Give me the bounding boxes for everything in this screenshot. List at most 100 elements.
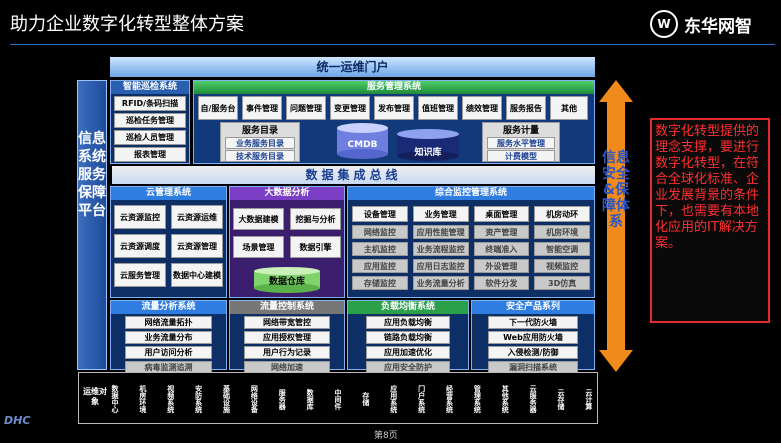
flow-control-title: 流量控制系统 [230,301,344,314]
monitor-subitem: 应用日志监控 [412,259,469,273]
service-metering-box: 服务计量 服务水平管理 计费模型 [482,122,560,162]
monitoring-title: 综合监控管理系统 [348,187,594,200]
left-platform-panel [77,80,107,370]
service-item: 发布管理 [374,96,414,120]
flow-analysis-item: 网络流量拓扑 [125,316,212,329]
flow-analysis-title: 流量分析系统 [111,301,226,314]
lb-item: 应用加速优化 [366,346,450,359]
ops-object-item: 门户系统 [417,385,426,413]
catalog-item: 技术服务目录 [225,150,295,162]
service-catalog-box: 服务目录 业务服务目录 技术服务目录 [220,122,300,162]
ops-object-item: 服务器 [278,388,287,410]
load-balancing-panel: 负载均衡系统 应用负载均衡 链路负载均衡 应用加速优化 应用安全防护 [347,300,469,374]
ops-object-item: 中间件 [334,388,342,410]
monitor-subitem: 应用监控 [352,259,408,273]
title-divider [10,44,775,45]
security-item: 下一代防火墙 [488,316,578,329]
bigdata-item: 场景管理 [233,236,284,258]
flow-control-panel: 流量控制系统 网络带宽管控 应用授权管理 用户行为记录 网络加速 [229,300,345,374]
monitor-subitem: 机房环境 [534,225,590,239]
cloud-management-title: 云管理系统 [111,187,226,200]
cloud-item: 云资源监控 [114,205,166,229]
service-item: 其他 [550,96,588,120]
left-platform-label: 信息系统服务保障平台 [78,131,106,219]
monitor-subitem: 视频监控 [534,259,590,273]
cloud-item: 数据中心建模 [171,263,223,287]
monitor-subitem: 网络监控 [352,225,408,239]
cloud-item: 云服务管理 [114,263,166,287]
cloud-management-panel: 云管理系统 云资源监控 云资源运维 云资源调度 云资源管理 云服务管理 数据中心… [110,186,227,298]
monitor-item: 设备管理 [352,206,408,222]
service-item: 变更管理 [330,96,370,120]
cmdb-label: CMDB [347,140,378,150]
monitor-item: 业务管理 [412,206,469,222]
monitor-subitem: 外设管理 [473,259,530,273]
monitor-item: 机房动环 [534,206,590,222]
monitor-subitem: 业务流程监控 [412,242,469,256]
security-system-label: 信息安全&保障体系 [602,150,630,230]
metering-item: 计费模型 [487,150,555,162]
ops-object-item: 云存储 [557,388,565,410]
ops-object-item: 机房环境 [138,385,147,413]
security-products-panel: 安全产品系列 下一代防火墙 Web应用防火墙 入侵检测/防御 漏洞扫描系统 [471,300,595,374]
monitor-subitem: 3D仿真 [534,276,590,290]
ops-object-item: 数据中心 [111,385,119,413]
brand-logo: W 东华网智 [650,8,778,40]
service-item: 问题管理 [286,96,326,120]
ops-object-item: 其他系统 [501,385,510,413]
ops-object-item: 云计算 [584,388,593,410]
catalog-item: 业务服务目录 [225,137,295,149]
page-title: 助力企业数字化转型整体方案 [10,14,244,35]
data-warehouse-label: 数据仓库 [268,277,305,287]
ops-objects-label: 运维对象 [83,387,107,406]
lb-item: 链路负载均衡 [366,331,450,344]
ops-object-item: 应用系统 [389,385,398,413]
ops-object-item: 基础设施 [222,385,231,413]
flow-analysis-panel: 流量分析系统 网络流量拓扑 业务流量分布 用户访问分析 病毒监测追溯 [110,300,227,374]
ops-object-item: 视频系统 [166,385,175,413]
patrol-item: 巡检任务管理 [114,113,186,128]
security-item: 入侵检测/防御 [488,346,578,359]
service-management-title: 服务管理系统 [194,81,594,94]
ops-objects-panel: 运维对象 数据中心 机房环境 视频系统 安防系统 基础设施 网络设备 服务器 数… [78,372,598,424]
monitor-subitem: 存储监控 [352,276,408,290]
service-item: 自/服务台 [198,96,238,120]
monitor-subitem: 终端准入 [473,242,530,256]
monitor-subitem: 应用性能管理 [412,225,469,239]
cloud-item: 云资源管理 [171,234,223,258]
service-metering-title: 服务计量 [502,126,539,136]
brand-mark-icon: W [650,10,678,38]
brand-name: 东华网智 [684,16,752,37]
patrol-system-title: 智能巡检系统 [111,81,189,94]
unified-portal-banner: 统一运维门户 [110,57,595,77]
patrol-item: 巡检人员管理 [114,130,186,145]
page-number: 第8页 [374,431,398,441]
bigdata-item: 挖掘与分析 [290,208,341,230]
service-item: 服务报告 [506,96,546,120]
lb-item: 应用负载均衡 [366,316,450,329]
ops-object-item: 云服务器 [529,385,538,413]
kb-label: 知识库 [414,148,442,158]
cloud-item: 云资源运维 [171,205,223,229]
monitoring-panel: 综合监控管理系统 设备管理 业务管理 桌面管理 机房动环 网络监控 应用性能管理… [347,186,595,298]
monitor-subitem: 资产管理 [473,225,530,239]
service-item: 事件管理 [242,96,282,120]
patrol-item: 报表管理 [114,147,186,162]
note-text: 数字化转型提供的理念支撑，要进行数字化转型，在符合全球化标准、企业发展背景的条件… [655,124,760,251]
ops-object-item: 安防系统 [194,385,203,413]
bigdata-title: 大数据分析 [230,187,344,200]
ops-object-item: 数据库 [306,388,315,410]
data-integration-bus: 数据集成总线 [112,166,595,184]
service-item: 值班管理 [418,96,458,120]
corner-logo: DHC [4,414,31,427]
security-products-title: 安全产品系列 [472,301,594,314]
bigdata-item: 数据引擎 [290,236,341,258]
flow-analysis-item: 业务流量分布 [125,331,212,344]
monitor-item: 桌面管理 [473,206,530,222]
cloud-item: 云资源调度 [114,234,166,258]
flow-control-item: 网络带宽管控 [244,316,330,329]
bigdata-item: 大数据建模 [233,208,284,230]
monitor-subitem: 软件分发 [473,276,530,290]
monitor-subitem: 智能空调 [534,242,590,256]
patrol-item: RFID/条码扫描 [114,96,186,111]
